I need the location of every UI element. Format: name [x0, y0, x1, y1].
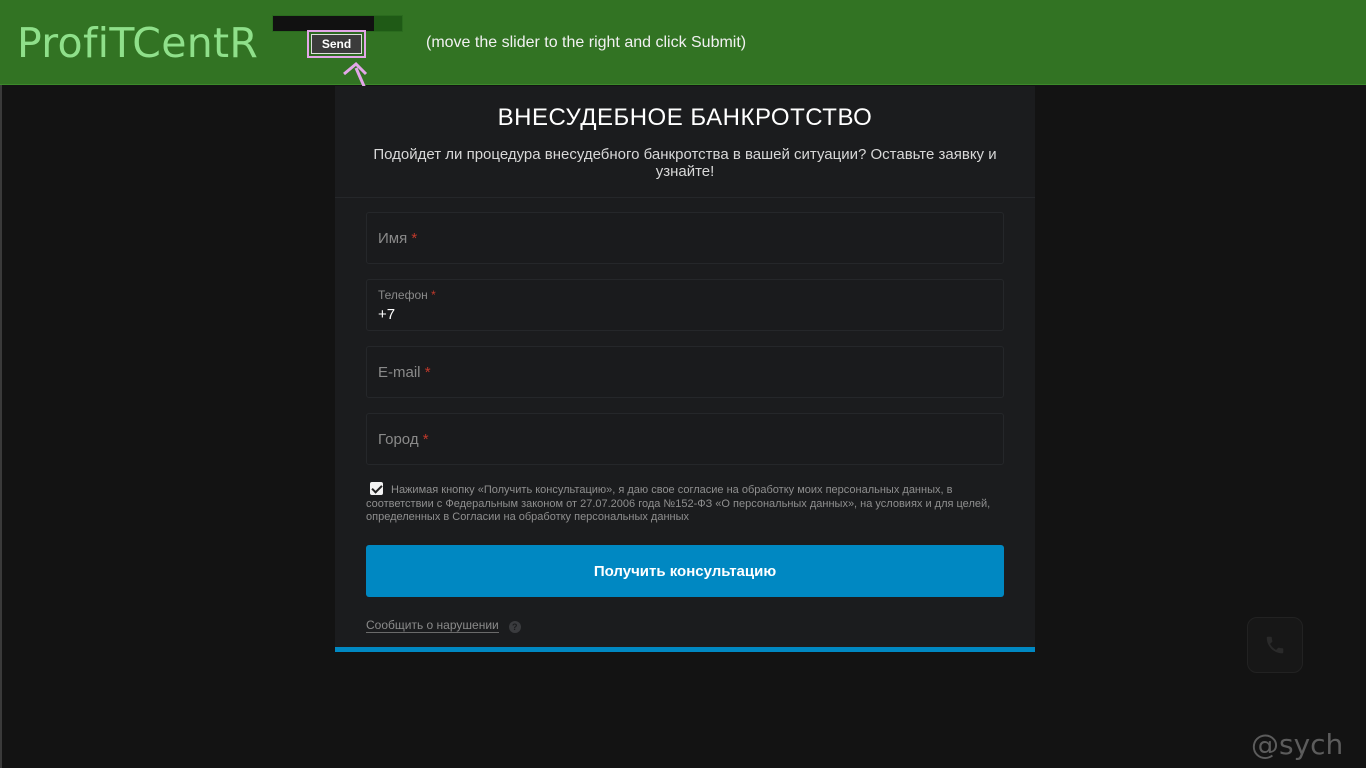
phone-callback-button[interactable] [1247, 617, 1303, 673]
phone-icon [1266, 636, 1284, 654]
watermark: @sych [1251, 728, 1344, 761]
name-field-label: Имя * [378, 230, 418, 247]
report-violation: Сообщить о нарушении? [366, 618, 521, 633]
form-subtitle: Подойдет ли процедура внесудебного банкр… [373, 146, 997, 180]
email-field-label: E-mail * [378, 364, 431, 381]
city-field[interactable]: Город * [366, 413, 1004, 465]
get-consultation-button[interactable]: Получить консультацию [366, 545, 1004, 597]
consent-block: Нажимая кнопку «Получить консультацию», … [366, 482, 1006, 525]
email-field[interactable]: E-mail * [366, 346, 1004, 398]
phone-field-value[interactable]: +7 [378, 306, 395, 323]
phone-field-label: Телефон * [378, 288, 436, 302]
help-icon[interactable]: ? [508, 621, 521, 633]
consent-text: Нажимая кнопку «Получить консультацию», … [366, 484, 991, 523]
send-button[interactable]: Send [307, 30, 366, 58]
brand-logo: ProfiTCentR [17, 19, 259, 67]
slider-fill[interactable] [273, 16, 374, 31]
bankruptcy-form: ВНЕСУДЕБНОЕ БАНКРОТСТВО Подойдет ли проц… [335, 86, 1035, 652]
form-title: ВНЕСУДЕБНОЕ БАНКРОТСТВО [497, 104, 873, 131]
city-field-label: Город * [378, 431, 429, 448]
form-bottom-accent [335, 647, 1035, 652]
send-button-label[interactable]: Send [311, 34, 362, 54]
form-header: ВНЕСУДЕБНОЕ БАНКРОТСТВО Подойдет ли проц… [335, 86, 1035, 198]
phone-field[interactable]: Телефон * +7 [366, 279, 1004, 331]
consent-checkbox[interactable] [370, 482, 383, 495]
instruction-hint: (move the slider to the right and click … [426, 34, 747, 51]
left-edge-divider [0, 85, 2, 768]
report-violation-link[interactable]: Сообщить о нарушении [366, 618, 499, 633]
top-bar: ProfiTCentR Send (move the slider to the… [0, 0, 1366, 85]
name-field[interactable]: Имя * [366, 212, 1004, 264]
